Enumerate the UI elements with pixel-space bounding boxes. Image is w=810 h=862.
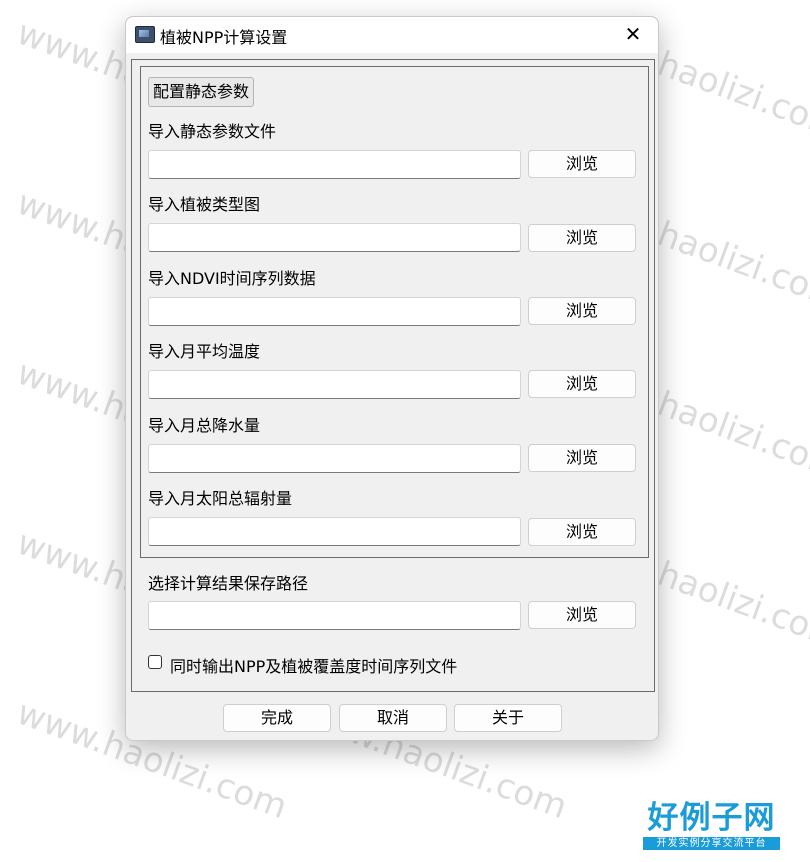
- precipitation-label: 导入月总降水量: [148, 416, 261, 435]
- ndvi-label: 导入NDVI时间序列数据: [148, 269, 316, 288]
- dialog-title: 植被NPP计算设置: [160, 28, 288, 47]
- site-logo: 好例子网 开发实例分享交流平台: [643, 800, 780, 852]
- output-timeseries-label: 同时输出NPP及植被覆盖度时间序列文件: [170, 657, 458, 676]
- precipitation-path-input[interactable]: [148, 444, 521, 473]
- output-path-input[interactable]: [148, 601, 521, 630]
- radiation-label: 导入月太阳总辐射量: [148, 489, 293, 508]
- cancel-button[interactable]: 取消: [339, 704, 447, 732]
- static-params-path-input[interactable]: [148, 150, 521, 179]
- ndvi-path-input[interactable]: [148, 297, 521, 326]
- ndvi-browse-button[interactable]: 浏览: [528, 297, 636, 325]
- temperature-browse-button[interactable]: 浏览: [528, 370, 636, 398]
- about-button[interactable]: 关于: [454, 704, 562, 732]
- output-path-label: 选择计算结果保存路径: [148, 574, 309, 593]
- logo-title: 好例子网: [647, 800, 776, 836]
- precipitation-browse-button[interactable]: 浏览: [528, 444, 636, 472]
- app-icon: [135, 26, 155, 43]
- title-bar[interactable]: 植被NPP计算设置 ✕: [126, 17, 658, 53]
- radiation-path-input[interactable]: [148, 517, 521, 546]
- temperature-label: 导入月平均温度: [148, 342, 261, 361]
- close-icon[interactable]: ✕: [622, 23, 644, 45]
- npp-settings-dialog: 植被NPP计算设置 ✕ 配置静态参数 导入静态参数文件 浏览 导入植被类型图 浏…: [125, 16, 659, 741]
- radiation-browse-button[interactable]: 浏览: [528, 518, 636, 546]
- output-timeseries-checkbox[interactable]: [148, 655, 162, 669]
- veg-type-path-input[interactable]: [148, 223, 521, 252]
- veg-type-label: 导入植被类型图: [148, 195, 261, 214]
- static-params-browse-button[interactable]: 浏览: [528, 150, 636, 178]
- static-params-label: 导入静态参数文件: [148, 122, 277, 141]
- temperature-path-input[interactable]: [148, 370, 521, 399]
- config-static-params-button[interactable]: 配置静态参数: [148, 77, 255, 107]
- logo-subtitle: 开发实例分享交流平台: [643, 837, 780, 850]
- finish-button[interactable]: 完成: [223, 704, 331, 732]
- veg-type-browse-button[interactable]: 浏览: [528, 224, 636, 252]
- output-browse-button[interactable]: 浏览: [528, 601, 636, 629]
